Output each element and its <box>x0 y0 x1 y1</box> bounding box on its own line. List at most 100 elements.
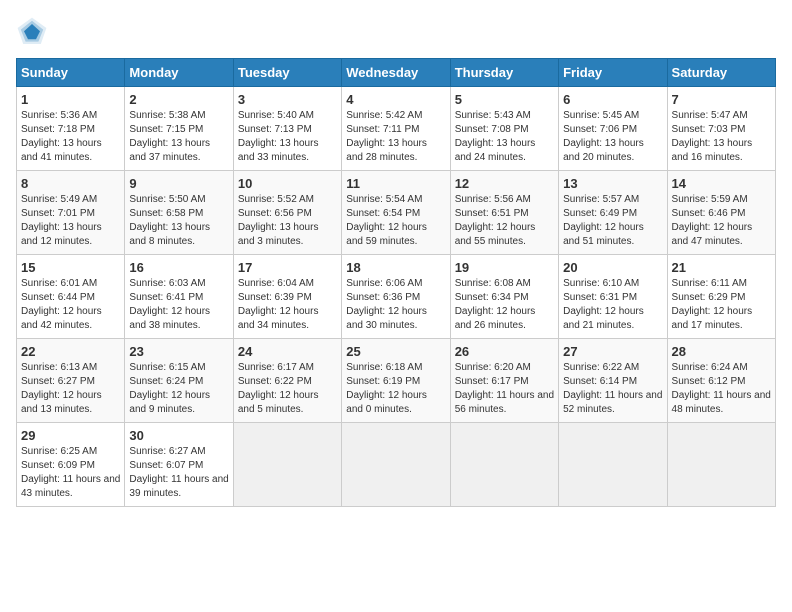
logo <box>16 16 48 48</box>
day-number: 24 <box>238 344 337 359</box>
day-info: Sunrise: 5:38 AM Sunset: 7:15 PM Dayligh… <box>129 109 228 165</box>
day-number: 20 <box>563 260 662 275</box>
calendar-cell: 16 Sunrise: 6:03 AM Sunset: 6:41 PM Dayli… <box>125 255 233 339</box>
day-number: 7 <box>672 92 771 107</box>
day-info: Sunrise: 5:43 AM Sunset: 7:08 PM Dayligh… <box>455 109 554 165</box>
day-number: 17 <box>238 260 337 275</box>
general-blue-icon <box>16 16 48 48</box>
day-info: Sunrise: 6:10 AM Sunset: 6:31 PM Dayligh… <box>563 277 662 333</box>
calendar-cell: 24 Sunrise: 6:17 AM Sunset: 6:22 PM Dayli… <box>233 339 341 423</box>
calendar-cell: 1 Sunrise: 5:36 AM Sunset: 7:18 PM Daylig… <box>17 87 125 171</box>
day-number: 22 <box>21 344 120 359</box>
column-header-saturday: Saturday <box>667 59 775 87</box>
day-number: 30 <box>129 428 228 443</box>
day-info: Sunrise: 6:15 AM Sunset: 6:24 PM Dayligh… <box>129 361 228 417</box>
day-number: 6 <box>563 92 662 107</box>
day-info: Sunrise: 6:13 AM Sunset: 6:27 PM Dayligh… <box>21 361 120 417</box>
day-info: Sunrise: 6:03 AM Sunset: 6:41 PM Dayligh… <box>129 277 228 333</box>
day-info: Sunrise: 5:52 AM Sunset: 6:56 PM Dayligh… <box>238 193 337 249</box>
calendar-cell: 20 Sunrise: 6:10 AM Sunset: 6:31 PM Dayli… <box>559 255 667 339</box>
column-header-monday: Monday <box>125 59 233 87</box>
day-number: 25 <box>346 344 445 359</box>
day-info: Sunrise: 6:01 AM Sunset: 6:44 PM Dayligh… <box>21 277 120 333</box>
day-number: 8 <box>21 176 120 191</box>
calendar-cell: 13Sunrise: 5:57 AM Sunset: 6:49 PM Dayli… <box>559 171 667 255</box>
calendar-week-4: 22 Sunrise: 6:13 AM Sunset: 6:27 PM Dayli… <box>17 339 776 423</box>
calendar-cell: 10 Sunrise: 5:52 AM Sunset: 6:56 PM Dayli… <box>233 171 341 255</box>
calendar-table: SundayMondayTuesdayWednesdayThursdayFrid… <box>16 58 776 507</box>
day-number: 10 <box>238 176 337 191</box>
calendar-cell: 25 Sunrise: 6:18 AM Sunset: 6:19 PM Dayli… <box>342 339 450 423</box>
calendar-cell: 26 Sunrise: 6:20 AM Sunset: 6:17 PM Dayli… <box>450 339 558 423</box>
day-number: 28 <box>672 344 771 359</box>
day-number: 29 <box>21 428 120 443</box>
day-info: Sunrise: 5:59 AM Sunset: 6:46 PM Dayligh… <box>672 193 771 249</box>
calendar-cell: 19 Sunrise: 6:08 AM Sunset: 6:34 PM Dayli… <box>450 255 558 339</box>
day-number: 1 <box>21 92 120 107</box>
column-header-tuesday: Tuesday <box>233 59 341 87</box>
day-info: Sunrise: 5:54 AM Sunset: 6:54 PM Dayligh… <box>346 193 445 249</box>
calendar-cell <box>342 423 450 507</box>
calendar-cell: 30Sunrise: 6:27 AM Sunset: 6:07 PM Dayli… <box>125 423 233 507</box>
day-number: 5 <box>455 92 554 107</box>
day-number: 3 <box>238 92 337 107</box>
day-info: Sunrise: 6:17 AM Sunset: 6:22 PM Dayligh… <box>238 361 337 417</box>
day-number: 23 <box>129 344 228 359</box>
day-info: Sunrise: 6:22 AM Sunset: 6:14 PM Dayligh… <box>563 361 662 417</box>
day-number: 12 <box>455 176 554 191</box>
column-header-sunday: Sunday <box>17 59 125 87</box>
day-info: Sunrise: 6:08 AM Sunset: 6:34 PM Dayligh… <box>455 277 554 333</box>
day-number: 27 <box>563 344 662 359</box>
day-number: 13 <box>563 176 662 191</box>
calendar-cell: 12 Sunrise: 5:56 AM Sunset: 6:51 PM Dayli… <box>450 171 558 255</box>
day-number: 26 <box>455 344 554 359</box>
day-number: 16 <box>129 260 228 275</box>
day-number: 11 <box>346 176 445 191</box>
day-number: 18 <box>346 260 445 275</box>
column-header-wednesday: Wednesday <box>342 59 450 87</box>
day-info: Sunrise: 5:42 AM Sunset: 7:11 PM Dayligh… <box>346 109 445 165</box>
calendar-week-5: 29Sunrise: 6:25 AM Sunset: 6:09 PM Dayli… <box>17 423 776 507</box>
calendar-cell: 21Sunrise: 6:11 AM Sunset: 6:29 PM Dayli… <box>667 255 775 339</box>
calendar-cell: 3 Sunrise: 5:40 AM Sunset: 7:13 PM Daylig… <box>233 87 341 171</box>
day-info: Sunrise: 5:47 AM Sunset: 7:03 PM Dayligh… <box>672 109 771 165</box>
day-info: Sunrise: 6:04 AM Sunset: 6:39 PM Dayligh… <box>238 277 337 333</box>
calendar-cell: 17 Sunrise: 6:04 AM Sunset: 6:39 PM Dayli… <box>233 255 341 339</box>
day-number: 19 <box>455 260 554 275</box>
day-info: Sunrise: 5:36 AM Sunset: 7:18 PM Dayligh… <box>21 109 120 165</box>
calendar-cell: 9 Sunrise: 5:50 AM Sunset: 6:58 PM Daylig… <box>125 171 233 255</box>
calendar-header-row: SundayMondayTuesdayWednesdayThursdayFrid… <box>17 59 776 87</box>
day-info: Sunrise: 6:11 AM Sunset: 6:29 PM Dayligh… <box>672 277 771 333</box>
calendar-cell: 23 Sunrise: 6:15 AM Sunset: 6:24 PM Dayli… <box>125 339 233 423</box>
calendar-cell <box>233 423 341 507</box>
column-header-thursday: Thursday <box>450 59 558 87</box>
calendar-cell <box>450 423 558 507</box>
day-info: Sunrise: 5:40 AM Sunset: 7:13 PM Dayligh… <box>238 109 337 165</box>
calendar-cell: 6 Sunrise: 5:45 AM Sunset: 7:06 PM Daylig… <box>559 87 667 171</box>
calendar-cell: 15 Sunrise: 6:01 AM Sunset: 6:44 PM Dayli… <box>17 255 125 339</box>
page-header <box>16 16 776 48</box>
calendar-cell <box>667 423 775 507</box>
day-number: 14 <box>672 176 771 191</box>
day-info: Sunrise: 5:45 AM Sunset: 7:06 PM Dayligh… <box>563 109 662 165</box>
calendar-week-2: 8 Sunrise: 5:49 AM Sunset: 7:01 PM Daylig… <box>17 171 776 255</box>
calendar-week-3: 15 Sunrise: 6:01 AM Sunset: 6:44 PM Dayli… <box>17 255 776 339</box>
calendar-cell: 2 Sunrise: 5:38 AM Sunset: 7:15 PM Daylig… <box>125 87 233 171</box>
calendar-cell: 18Sunrise: 6:06 AM Sunset: 6:36 PM Dayli… <box>342 255 450 339</box>
calendar-cell <box>559 423 667 507</box>
column-header-friday: Friday <box>559 59 667 87</box>
day-info: Sunrise: 5:50 AM Sunset: 6:58 PM Dayligh… <box>129 193 228 249</box>
day-number: 2 <box>129 92 228 107</box>
day-info: Sunrise: 6:20 AM Sunset: 6:17 PM Dayligh… <box>455 361 554 417</box>
calendar-cell: 8 Sunrise: 5:49 AM Sunset: 7:01 PM Daylig… <box>17 171 125 255</box>
day-info: Sunrise: 5:49 AM Sunset: 7:01 PM Dayligh… <box>21 193 120 249</box>
calendar-cell: 14 Sunrise: 5:59 AM Sunset: 6:46 PM Dayli… <box>667 171 775 255</box>
calendar-cell: 7 Sunrise: 5:47 AM Sunset: 7:03 PM Daylig… <box>667 87 775 171</box>
day-info: Sunrise: 5:56 AM Sunset: 6:51 PM Dayligh… <box>455 193 554 249</box>
day-info: Sunrise: 6:24 AM Sunset: 6:12 PM Dayligh… <box>672 361 771 417</box>
day-number: 15 <box>21 260 120 275</box>
day-info: Sunrise: 6:18 AM Sunset: 6:19 PM Dayligh… <box>346 361 445 417</box>
day-number: 9 <box>129 176 228 191</box>
calendar-cell: 28 Sunrise: 6:24 AM Sunset: 6:12 PM Dayli… <box>667 339 775 423</box>
calendar-cell: 11 Sunrise: 5:54 AM Sunset: 6:54 PM Dayli… <box>342 171 450 255</box>
